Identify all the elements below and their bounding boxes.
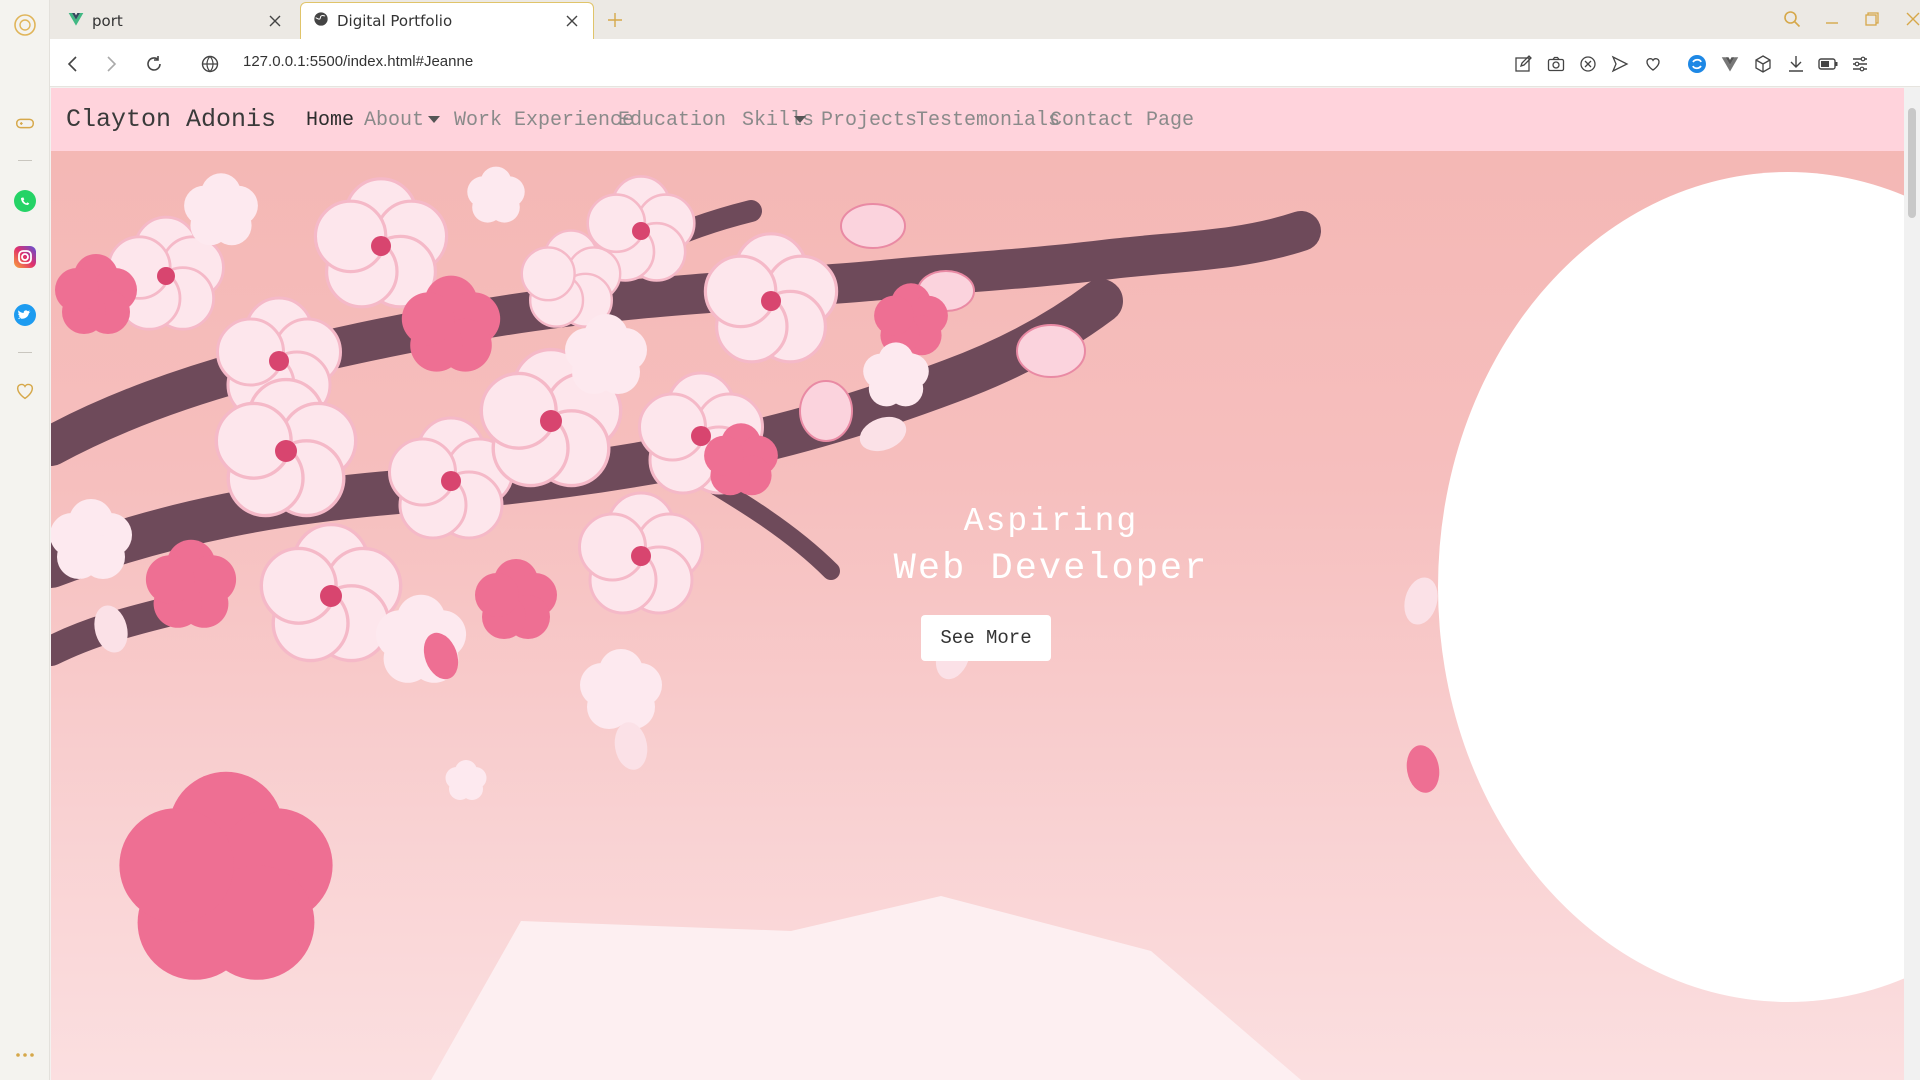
adblock-icon[interactable] (1575, 51, 1601, 77)
browser-toolbar: 127.0.0.1:5500/index.html#Jeanne (50, 39, 1920, 87)
hero-heading: Aspiring Web Developer (751, 503, 1351, 590)
twitter-icon[interactable] (12, 302, 38, 328)
close-window-icon[interactable] (1898, 6, 1920, 32)
hero-line-1: Aspiring (963, 503, 1139, 540)
cube-icon[interactable] (1750, 51, 1776, 77)
browser-side-panel (0, 0, 50, 1080)
gamepad-icon[interactable] (12, 110, 38, 136)
send-icon[interactable] (1607, 51, 1633, 77)
vue-icon (68, 11, 84, 31)
nav-home[interactable]: Home (306, 109, 354, 132)
camera-icon[interactable] (1543, 51, 1569, 77)
globe-icon (313, 11, 329, 31)
nav-contact-page[interactable]: Contact Page (1050, 109, 1194, 132)
site-brand[interactable]: Clayton Adonis (66, 105, 276, 134)
hero-line-2: Web Developer (893, 548, 1209, 590)
forward-icon[interactable] (98, 51, 124, 77)
reload-icon[interactable] (141, 51, 167, 77)
search-icon[interactable] (1777, 6, 1807, 32)
rail-divider (18, 352, 32, 353)
site-navbar: Clayton Adonis Home About Work Experienc… (51, 88, 1904, 151)
menu-settings-icon[interactable] (1847, 51, 1873, 77)
scroll-thumb[interactable] (1908, 108, 1916, 218)
tab-label: port (92, 11, 123, 30)
edit-icon[interactable] (1510, 51, 1536, 77)
vue-devtools-icon[interactable] (1717, 51, 1743, 77)
tab-port[interactable]: port (56, 2, 296, 39)
new-tab-button[interactable] (602, 7, 628, 33)
nav-education[interactable]: Education (618, 109, 726, 132)
more-options-icon[interactable] (12, 1042, 38, 1068)
heart-icon[interactable] (1640, 51, 1666, 77)
nav-about[interactable]: About (364, 109, 424, 132)
favorites-heart-icon[interactable] (12, 378, 38, 404)
nav-projects[interactable]: Projects (821, 109, 917, 132)
close-tab-icon[interactable] (563, 12, 581, 30)
nav-work-experience[interactable]: Work Experience (454, 109, 634, 132)
whatsapp-icon[interactable] (12, 188, 38, 214)
skills-dropdown-caret-icon[interactable] (794, 116, 806, 123)
extension-blue-icon[interactable] (1684, 51, 1710, 77)
download-icon[interactable] (1783, 51, 1809, 77)
tab-label: Digital Portfolio (337, 12, 453, 30)
nav-testimonials[interactable]: Testemonials (916, 109, 1060, 132)
minimize-icon[interactable] (1817, 6, 1847, 32)
tab-strip: port Digital Portfolio (50, 0, 1920, 39)
back-icon[interactable] (60, 51, 86, 77)
browser-logo-icon[interactable] (12, 12, 38, 38)
page-viewport: Clayton Adonis Home About Work Experienc… (51, 88, 1904, 1080)
restore-icon[interactable] (1857, 6, 1887, 32)
instagram-icon[interactable] (12, 244, 38, 270)
site-info-icon[interactable] (197, 51, 223, 77)
close-tab-icon[interactable] (266, 12, 284, 30)
address-bar[interactable]: 127.0.0.1:5500/index.html#Jeanne (243, 53, 473, 70)
page-scrollbar[interactable] (1904, 88, 1920, 1080)
rail-divider (18, 160, 32, 161)
about-dropdown-caret-icon[interactable] (428, 116, 440, 123)
see-more-button[interactable]: See More (921, 615, 1051, 661)
battery-icon[interactable] (1815, 51, 1841, 77)
tab-digital-portfolio[interactable]: Digital Portfolio (300, 2, 594, 39)
